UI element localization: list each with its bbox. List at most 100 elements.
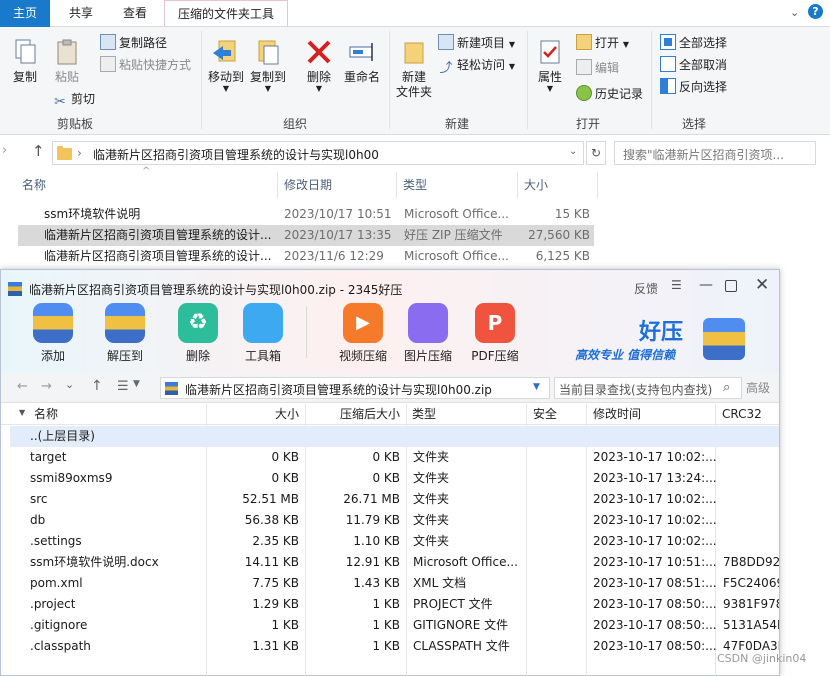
move-to-button[interactable]: 移动到 ▼ — [206, 37, 246, 93]
paste-shortcut-button[interactable]: 粘贴快捷方式 — [100, 55, 191, 75]
new-item-button[interactable]: 新建项目 ▼ — [438, 33, 515, 53]
ribbon-collapse-icon[interactable]: ⌄ — [790, 6, 799, 19]
archive-row[interactable]: .settings 2.35 KB 1.10 KB 文件夹 2023-10-17 10:… — [10, 531, 779, 552]
entry-name: .settings — [30, 534, 82, 548]
archive-row[interactable]: Wssm环境软件说明.docx14.11 KB12.91 KBMicrosoft… — [10, 552, 779, 573]
menu-icon[interactable]: ☰ — [671, 278, 682, 292]
col-security[interactable]: 安全 — [533, 404, 557, 425]
up-level-icon[interactable]: ↑ — [91, 378, 103, 394]
file-row-selected[interactable]: 临港新片区招商引资项目管理系统的设计... 2023/10/17 13:35 好… — [18, 225, 594, 246]
search-icon[interactable]: ⌕ — [723, 380, 730, 395]
archive-row[interactable]: pom.xml 7.75 KB 1.43 KB XML 文档 2023-10-17 08… — [10, 573, 779, 594]
add-button[interactable]: 添加 — [29, 303, 77, 364]
image-icon — [408, 303, 448, 343]
delete-button[interactable]: 删除 ▼ — [302, 37, 336, 93]
tab-view[interactable]: 查看 — [110, 0, 160, 27]
archive-row[interactable]: src 52.51 MB 26.71 MB 文件夹 2023-10-17 10:02:.… — [10, 489, 779, 510]
address-dropdown-icon[interactable]: ⌄ — [569, 146, 577, 157]
forward-arrow-icon[interactable]: → — [41, 379, 52, 394]
archive-search-box[interactable]: 当前目录查找(支持包内查找) ⌕ — [554, 377, 742, 399]
col-size[interactable]: 大小 — [207, 404, 299, 425]
feedback-link[interactable]: 反馈 — [634, 280, 658, 297]
rename-button[interactable]: 重命名 — [340, 37, 384, 85]
toolbox-button[interactable]: 工具箱 — [239, 303, 287, 364]
tab-share[interactable]: 共享 — [56, 0, 106, 27]
view-mode-dropdown-icon[interactable]: ▼ — [133, 379, 140, 389]
archive-path-field[interactable]: 临港新片区招商引资项目管理系统的设计与实现l0h00.zip ▼ — [160, 377, 550, 399]
advanced-search-link[interactable]: 高级 — [746, 379, 770, 396]
file-date: 2023/11/6 12:29 — [284, 249, 384, 263]
col-modified[interactable]: 修改时间 — [593, 404, 641, 425]
paste-button[interactable]: 粘贴 — [50, 37, 84, 85]
archive-row[interactable]: .classpath 1.31 KB 1 KB CLASSPATH 文件 2023-10… — [10, 636, 779, 657]
address-field[interactable]: › 临港新片区招商引资项目管理系统的设计与实现l0h00 ⌄ — [52, 141, 584, 165]
col-type[interactable]: 类型 — [412, 404, 436, 425]
select-group-label: 选择 — [681, 117, 706, 131]
extract-to-button[interactable]: 解压到 — [101, 303, 149, 364]
video-compress-button[interactable]: ▶ 视频压缩 — [335, 303, 391, 364]
column-type[interactable]: 类型 — [403, 174, 427, 196]
col-name[interactable]: 名称 — [34, 404, 58, 425]
easy-access-label: 轻松访问 — [457, 58, 506, 72]
forward-chevron-icon[interactable]: › — [2, 143, 7, 158]
tab-home[interactable]: 主页 — [0, 0, 50, 27]
properties-button[interactable]: 属性 ▼ — [532, 37, 568, 93]
edit-button[interactable]: 编辑 — [576, 58, 619, 78]
easy-access-button[interactable]: ⤴ 轻松访问 ▼ — [438, 55, 515, 76]
tab-compressed-folder-tools[interactable]: 压缩的文件夹工具 — [164, 0, 288, 27]
col-crc32[interactable]: CRC32 — [722, 404, 762, 425]
invert-selection-label: 反向选择 — [679, 80, 728, 94]
copy-button[interactable]: 复制 — [8, 37, 42, 85]
column-size[interactable]: 大小 — [524, 174, 548, 196]
cut-button[interactable]: ✂ 剪切 — [52, 89, 95, 110]
view-mode-icon[interactable]: ☰ — [117, 379, 129, 394]
copy-path-label: 复制路径 — [119, 36, 168, 50]
archive-row[interactable]: ssmi89oxms9 0 KB 0 KB 文件夹 2023-10-17 13:24:.… — [10, 468, 779, 489]
entry-size: 1.29 KB — [252, 597, 299, 611]
archive-row[interactable]: ..(上层目录) — [10, 426, 779, 447]
entry-name: .classpath — [30, 639, 91, 653]
history-button[interactable]: 历史记录 — [576, 84, 643, 104]
invert-selection-button[interactable]: 反向选择 — [660, 77, 727, 97]
copy-to-button[interactable]: 复制到 ▼ — [248, 37, 288, 93]
paste-shortcut-icon — [100, 56, 116, 72]
help-icon[interactable]: ? — [808, 4, 823, 19]
column-date[interactable]: 修改日期 — [284, 174, 332, 196]
image-compress-button[interactable]: 图片压缩 — [400, 303, 456, 364]
delete-archive-button[interactable]: ♻ 删除 — [174, 303, 222, 364]
archive-row[interactable]: .gitignore 1 KB 1 KB GITIGNORE 文件 2023-10-17… — [10, 615, 779, 636]
pdf-compress-button[interactable]: P PDF压缩 — [467, 303, 523, 364]
col-packed[interactable]: 压缩后大小 — [306, 404, 400, 425]
maximize-icon[interactable] — [725, 280, 737, 292]
new-folder-button[interactable]: 新建 文件夹 — [394, 37, 434, 100]
select-all-button[interactable]: 全部选择 — [660, 33, 727, 53]
open-button[interactable]: 打开 ▼ — [576, 33, 629, 53]
refresh-button[interactable]: ↻ — [586, 141, 606, 165]
archive-row[interactable]: db 56.38 KB 11.79 KB 文件夹 2023-10-17 10:02:..… — [10, 510, 779, 531]
entry-packed-size: 12.91 KB — [345, 555, 400, 569]
entry-packed-size: 1.43 KB — [353, 576, 400, 590]
path-dropdown-icon[interactable]: ▼ — [533, 382, 540, 392]
history-dropdown-icon[interactable]: ⌄ — [65, 378, 74, 391]
close-icon[interactable]: ✕ — [755, 275, 769, 295]
file-row[interactable]: W 临港新片区招商引资项目管理系统的设计... 2023/11/6 12:29 … — [18, 246, 594, 267]
video-compress-label: 视频压缩 — [338, 349, 387, 363]
search-box[interactable]: 搜索"临港新片区招商引资项... — [614, 141, 816, 165]
archive-row[interactable]: target 0 KB 0 KB 文件夹 2023-10-17 10:02:... — [10, 447, 779, 468]
entry-size: 1.31 KB — [252, 639, 299, 653]
delete-x-icon — [307, 40, 331, 64]
up-arrow-icon[interactable]: ↑ — [32, 142, 45, 160]
move-to-label: 移动到 — [207, 70, 244, 84]
archive-row[interactable]: .project 1.29 KB 1 KB PROJECT 文件 2023-10-17 … — [10, 594, 779, 615]
brand-logo-text: 好压 — [639, 320, 684, 345]
toolbox-icon — [243, 303, 283, 343]
column-name[interactable]: 名称 — [22, 174, 46, 196]
clipboard-group-label: 剪贴板 — [56, 117, 93, 131]
invert-selection-icon — [660, 78, 676, 94]
minimize-icon[interactable]: — — [699, 277, 713, 293]
entry-modified: 2023-10-17 08:50:... — [593, 618, 717, 632]
back-arrow-icon[interactable]: ← — [17, 379, 28, 394]
file-row[interactable]: W ssm环境软件说明 2023/10/17 10:51 Microsoft O… — [18, 204, 594, 225]
copy-path-button[interactable]: 复制路径 — [100, 33, 167, 53]
select-none-button[interactable]: 全部取消 — [660, 55, 727, 75]
